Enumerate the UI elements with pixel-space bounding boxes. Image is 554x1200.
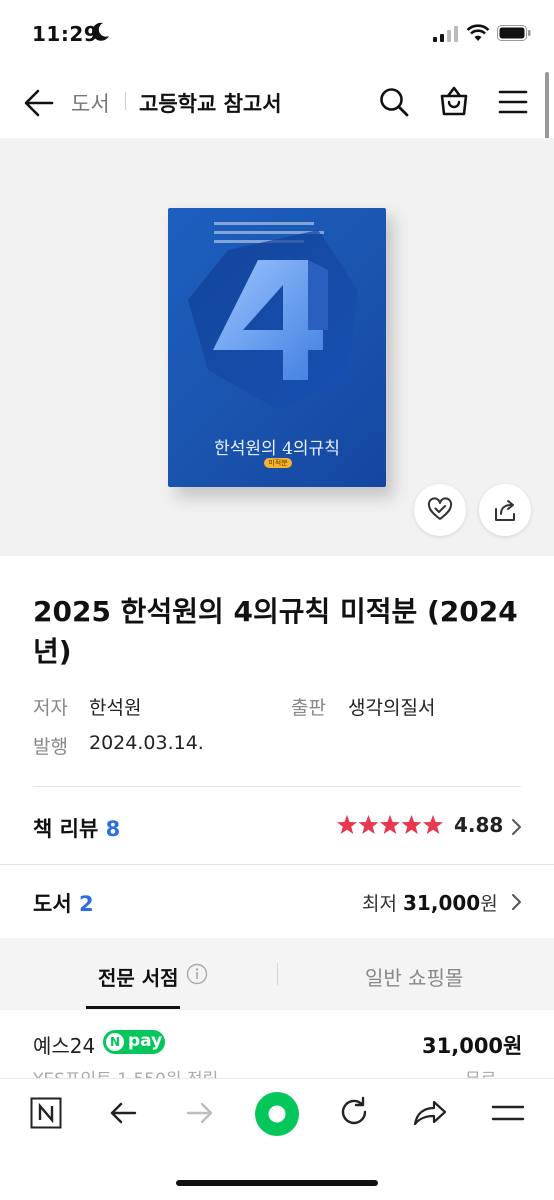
author-label: 저자 bbox=[33, 697, 68, 719]
shopping-bag-icon[interactable] bbox=[437, 84, 471, 118]
tab-specialty-store[interactable]: 전문 서점 bbox=[98, 962, 179, 991]
seller-shipping: 무료 bbox=[465, 1066, 496, 1078]
book-review-row[interactable]: 책 리뷰 8 bbox=[33, 813, 120, 843]
app-header: 도서 고등학교 참고서 bbox=[0, 66, 554, 138]
books-label: 도서 bbox=[33, 892, 72, 916]
browser-back-icon[interactable] bbox=[107, 1097, 139, 1129]
naver-pay-text: pay bbox=[128, 1031, 163, 1051]
seller-points: YES포인트 1,550원 적립 bbox=[33, 1066, 218, 1078]
book-cover[interactable]: 한석원의 4의규칙 미적분 bbox=[168, 208, 386, 487]
battery-icon bbox=[497, 25, 531, 41]
status-bar: 11:29 bbox=[0, 0, 554, 62]
tab-general-mall[interactable]: 일반 쇼핑몰 bbox=[365, 962, 463, 991]
book-review-label: 책 리뷰 bbox=[33, 817, 99, 841]
back-arrow-icon[interactable] bbox=[22, 86, 56, 120]
star-icon bbox=[358, 815, 379, 834]
breadcrumb-current[interactable]: 고등학교 참고서 bbox=[139, 88, 282, 118]
publisher-value[interactable]: 생각의질서 bbox=[348, 693, 435, 720]
tab-separator bbox=[277, 963, 278, 985]
heart-check-icon bbox=[427, 497, 453, 520]
share-arrow-icon[interactable] bbox=[412, 1097, 448, 1129]
cellular-signal-icon bbox=[433, 26, 458, 42]
browser-forward-icon[interactable] bbox=[184, 1097, 216, 1129]
active-tab-indicator bbox=[86, 1006, 180, 1009]
refresh-icon[interactable] bbox=[337, 1095, 371, 1129]
naver-pay-badge: N pay bbox=[103, 1030, 165, 1054]
star-icon bbox=[337, 815, 357, 834]
star-icon bbox=[401, 815, 422, 834]
cover-title: 한석원의 4의규칙 bbox=[214, 439, 340, 459]
share-icon bbox=[495, 500, 515, 521]
breadcrumb-separator bbox=[125, 92, 126, 110]
wishlist-button[interactable] bbox=[414, 484, 466, 536]
hamburger-menu-icon[interactable] bbox=[497, 86, 529, 118]
publish-date-label: 발행 bbox=[33, 736, 68, 758]
star-icon bbox=[423, 815, 443, 834]
naver-n-logo: N bbox=[106, 1033, 124, 1051]
seller-name[interactable]: 예스24 bbox=[33, 1030, 95, 1059]
chevron-right-icon[interactable] bbox=[510, 818, 522, 836]
info-icon[interactable] bbox=[186, 963, 208, 985]
lowest-price-currency: 원 bbox=[480, 893, 498, 915]
books-count: 2 bbox=[78, 892, 94, 916]
chevron-right-icon[interactable] bbox=[510, 893, 522, 911]
naver-n-icon[interactable] bbox=[30, 1097, 62, 1129]
share-button[interactable] bbox=[479, 484, 531, 536]
star-icon bbox=[380, 815, 400, 834]
cover-number-four-graphic bbox=[188, 230, 358, 410]
cover-badge: 미적분 bbox=[264, 458, 292, 468]
lowest-price-label: 최저 bbox=[362, 893, 397, 915]
author-value[interactable]: 한석원 bbox=[89, 693, 141, 720]
product-title: 2025 한석원의 4의규칙 미적분 (2024년) bbox=[33, 595, 518, 668]
wifi-icon bbox=[466, 24, 490, 41]
divider bbox=[0, 864, 554, 865]
seller-price[interactable]: 31,000원 bbox=[422, 1030, 522, 1060]
rating-stars bbox=[337, 815, 443, 834]
product-image-area: 한석원의 4의규칙 미적분 bbox=[0, 138, 554, 556]
publisher-label: 출판 bbox=[291, 697, 326, 719]
search-icon[interactable] bbox=[378, 86, 410, 118]
book-review-count: 8 bbox=[105, 817, 121, 841]
books-row[interactable]: 도서 2 bbox=[33, 888, 94, 918]
breadcrumb-parent[interactable]: 도서 bbox=[71, 88, 110, 118]
home-indicator bbox=[176, 1180, 378, 1186]
status-time: 11:29 bbox=[32, 22, 99, 46]
green-dot-button[interactable] bbox=[254, 1091, 300, 1137]
publish-date-value: 2024.03.14. bbox=[89, 732, 204, 754]
browser-menu-icon[interactable] bbox=[491, 1099, 525, 1127]
rating-value[interactable]: 4.88 bbox=[454, 813, 503, 837]
lowest-price-value: 31,000 bbox=[403, 891, 481, 915]
moon-icon bbox=[92, 22, 109, 41]
divider bbox=[33, 786, 521, 787]
lowest-price[interactable]: 최저 31,000원 bbox=[362, 889, 498, 916]
